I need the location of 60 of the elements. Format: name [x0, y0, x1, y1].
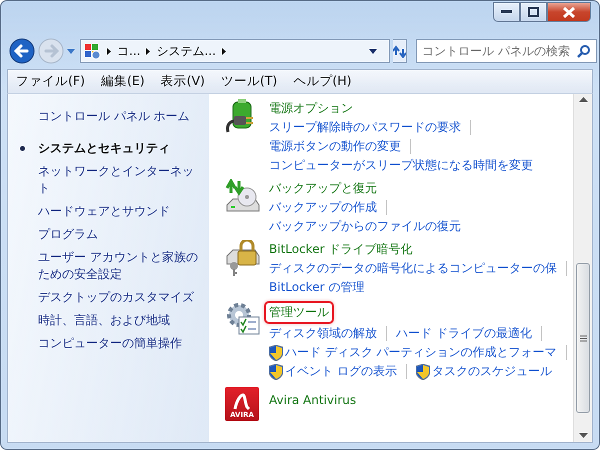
- scrollbar[interactable]: [573, 94, 592, 442]
- address-bar[interactable]: コ... システム...: [80, 39, 390, 63]
- link[interactable]: タスクのスケジュール: [416, 362, 552, 381]
- section-title[interactable]: バックアップと復元: [269, 179, 377, 198]
- gear-checklist-icon: [225, 301, 261, 337]
- sidebar-item[interactable]: デスクトップのカスタマイズ: [38, 289, 194, 306]
- maximize-icon: [528, 7, 539, 17]
- link[interactable]: ハード ドライブの最適化: [396, 324, 532, 343]
- link[interactable]: スリープ解除時のパスワードの要求: [269, 118, 461, 137]
- section-title[interactable]: Avira Antivirus: [269, 391, 356, 410]
- link[interactable]: BitLocker の管理: [269, 278, 364, 297]
- menu-item[interactable]: ヘルプ(H): [293, 72, 352, 91]
- control-panel-icon: [84, 42, 101, 60]
- scroll-down-icon[interactable]: [578, 433, 588, 439]
- dropdown-icon[interactable]: [369, 48, 377, 54]
- menu-item[interactable]: 表示(V): [160, 72, 205, 91]
- close-icon: [563, 6, 575, 18]
- sidebar-item[interactable]: ハードウェアとサウンド: [38, 203, 170, 220]
- sidebar-item[interactable]: ネットワークとインターネット: [38, 163, 203, 197]
- sidebar-item[interactable]: 時計、言語、および地域: [38, 312, 170, 329]
- sidebar-item[interactable]: システムとセキュリティ: [38, 140, 170, 157]
- minimize-button[interactable]: [493, 2, 520, 22]
- link[interactable]: イベント ログの表示: [269, 362, 397, 381]
- sidebar-link[interactable]: コントロール パネル ホーム: [38, 108, 203, 125]
- drive-padlock-icon: [225, 240, 261, 276]
- section-title[interactable]: 管理ツール: [264, 301, 334, 324]
- link[interactable]: ディスクのデータの暗号化によるコンピューターの保: [269, 259, 557, 278]
- shield-icon: [269, 364, 283, 380]
- search-icon[interactable]: [577, 44, 590, 58]
- link[interactable]: コンピューターがスリープ状態になる時間を変更: [269, 156, 533, 175]
- scroll-up-icon[interactable]: [578, 97, 588, 103]
- sidebar-item[interactable]: プログラム: [38, 226, 98, 243]
- chevron-icon[interactable]: [107, 48, 111, 54]
- menu-item[interactable]: ツール(T): [220, 72, 278, 91]
- shield-icon: [416, 364, 430, 380]
- breadcrumb-item[interactable]: システム...: [156, 42, 216, 60]
- menu-item[interactable]: 編集(E): [100, 72, 145, 91]
- shield-icon: [269, 344, 283, 360]
- section-title[interactable]: BitLocker ドライブ暗号化: [269, 240, 412, 259]
- link[interactable]: 電源ボタンの動作の変更: [269, 137, 401, 156]
- logo-mark-icon: [232, 393, 252, 411]
- sidebar-item[interactable]: コンピューターの簡単操作: [38, 335, 182, 352]
- breadcrumb-item[interactable]: コ...: [117, 42, 140, 60]
- section-title[interactable]: 電源オプション: [269, 99, 353, 118]
- maximize-button[interactable]: [520, 2, 547, 22]
- chevron-icon[interactable]: [222, 48, 226, 54]
- sidebar-item[interactable]: ユーザー アカウントと家族のための安全設定: [38, 249, 203, 283]
- chevron-icon[interactable]: [146, 48, 150, 54]
- link[interactable]: ハード ディスク パーティションの作成とフォーマ: [269, 343, 557, 362]
- menu-item[interactable]: ファイル(F): [16, 72, 85, 91]
- close-button[interactable]: [547, 2, 591, 22]
- scroll-thumb[interactable]: [576, 263, 590, 413]
- link[interactable]: バックアップの作成: [269, 198, 377, 217]
- refresh-button[interactable]: [393, 39, 407, 63]
- bullet-icon: [20, 146, 25, 151]
- minimize-icon: [500, 10, 512, 14]
- back-button[interactable]: [9, 38, 35, 64]
- search-field[interactable]: コントロール パネルの検索: [416, 39, 597, 63]
- link[interactable]: ディスク領域の解放: [269, 324, 377, 343]
- link[interactable]: バックアップからのファイルの復元: [269, 217, 461, 236]
